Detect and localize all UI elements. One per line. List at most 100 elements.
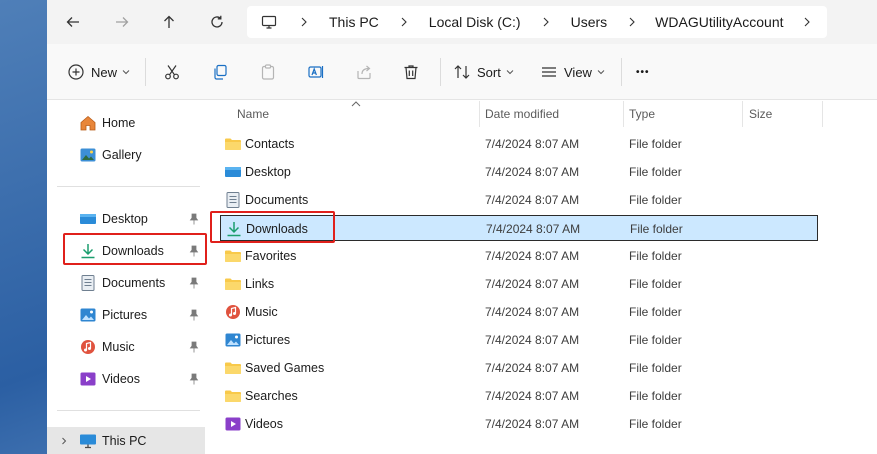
- file-row-contacts[interactable]: Contacts 7/4/2024 8:07 AM File folder: [220, 131, 818, 157]
- file-date: 7/4/2024 8:07 AM: [486, 222, 581, 236]
- pin-icon[interactable]: [189, 213, 199, 225]
- folder-icon: [225, 278, 241, 290]
- videos-icon: [80, 372, 96, 386]
- file-date: 7/4/2024 8:07 AM: [485, 165, 580, 179]
- pin-icon[interactable]: [189, 309, 199, 321]
- column-divider[interactable]: [623, 101, 624, 127]
- documents-icon: [81, 275, 95, 291]
- breadcrumb-users[interactable]: Users: [559, 6, 620, 38]
- column-divider[interactable]: [479, 101, 480, 127]
- desktop-folder-icon: [225, 167, 241, 177]
- breadcrumb-wdagutilityaccount[interactable]: WDAGUtilityAccount: [645, 6, 793, 38]
- file-type: File folder: [629, 277, 682, 291]
- nav-label-pictures: Pictures: [102, 308, 148, 322]
- navigation-pane: Home Gallery Desktop Downloads Documents…: [47, 101, 205, 454]
- pictures-icon: [225, 333, 241, 347]
- cut-button[interactable]: [163, 58, 181, 86]
- new-label: New: [91, 64, 118, 80]
- file-row-links[interactable]: Links 7/4/2024 8:07 AM File folder: [220, 271, 818, 297]
- rename-button[interactable]: [307, 58, 325, 86]
- file-name: Desktop: [245, 165, 291, 179]
- file-name: Music: [245, 305, 278, 319]
- refresh-button[interactable]: [203, 8, 231, 36]
- file-row-favorites[interactable]: Favorites 7/4/2024 8:07 AM File folder: [220, 243, 818, 269]
- back-button[interactable]: [59, 8, 87, 36]
- file-date: 7/4/2024 8:07 AM: [485, 389, 580, 403]
- arrow-left-icon: [66, 17, 79, 27]
- clipboard-icon: [261, 64, 275, 80]
- breadcrumb-local-disk[interactable]: Local Disk (C:): [417, 6, 533, 38]
- chevron-right-icon[interactable]: [60, 437, 68, 445]
- address-box[interactable]: This PC Local Disk (C:) Users WDAGUtilit…: [247, 6, 827, 38]
- nav-label-videos: Videos: [102, 372, 140, 386]
- column-header-type[interactable]: Type: [629, 101, 655, 127]
- nav-item-desktop[interactable]: Desktop: [47, 205, 205, 233]
- nav-item-videos[interactable]: Videos: [47, 365, 205, 393]
- pin-icon[interactable]: [189, 277, 199, 289]
- column-header-name[interactable]: Name: [237, 101, 269, 127]
- nav-item-home[interactable]: Home: [47, 109, 205, 137]
- scissors-icon: [165, 65, 179, 80]
- sort-ascending-icon: [351, 101, 361, 107]
- column-header-date-modified[interactable]: Date modified: [485, 101, 559, 127]
- file-explorer-window: This PC Local Disk (C:) Users WDAGUtilit…: [47, 0, 877, 454]
- paste-button[interactable]: [259, 58, 277, 86]
- file-row-pictures[interactable]: Pictures 7/4/2024 8:07 AM File folder: [220, 327, 818, 353]
- delete-button[interactable]: [402, 58, 420, 86]
- column-divider[interactable]: [742, 101, 743, 127]
- file-name: Saved Games: [245, 361, 325, 375]
- nav-label-gallery: Gallery: [102, 148, 142, 162]
- nav-item-music[interactable]: Music: [47, 333, 205, 361]
- file-name: Videos: [245, 417, 283, 431]
- copy-button[interactable]: [211, 58, 229, 86]
- chevron-right-icon[interactable]: [794, 6, 820, 38]
- pin-icon[interactable]: [189, 373, 199, 385]
- pictures-icon: [80, 308, 96, 322]
- nav-item-pictures[interactable]: Pictures: [47, 301, 205, 329]
- new-button[interactable]: New: [67, 58, 130, 86]
- command-bar: New Sort View •••: [47, 44, 877, 100]
- file-row-desktop[interactable]: Desktop 7/4/2024 8:07 AM File folder: [220, 159, 818, 185]
- file-row-music[interactable]: Music 7/4/2024 8:07 AM File folder: [220, 299, 818, 325]
- column-divider[interactable]: [822, 101, 823, 127]
- nav-divider: [57, 186, 200, 187]
- file-date: 7/4/2024 8:07 AM: [485, 333, 580, 347]
- view-list-icon: [542, 67, 556, 77]
- file-row-searches[interactable]: Searches 7/4/2024 8:07 AM File folder: [220, 383, 818, 409]
- highlight-box-file-downloads: [210, 211, 335, 243]
- file-row-videos[interactable]: Videos 7/4/2024 8:07 AM File folder: [220, 411, 818, 437]
- file-date: 7/4/2024 8:07 AM: [485, 361, 580, 375]
- up-button[interactable]: [155, 8, 183, 36]
- pin-icon[interactable]: [189, 341, 199, 353]
- nav-item-documents[interactable]: Documents: [47, 269, 205, 297]
- nav-label-desktop: Desktop: [102, 212, 148, 226]
- toolbar-divider: [621, 58, 622, 86]
- file-date: 7/4/2024 8:07 AM: [485, 193, 580, 207]
- forward-button[interactable]: [108, 8, 136, 36]
- file-type: File folder: [629, 137, 682, 151]
- file-type: File folder: [630, 222, 683, 236]
- file-name: Pictures: [245, 333, 291, 347]
- highlight-box-nav-downloads: [63, 233, 207, 265]
- nav-item-gallery[interactable]: Gallery: [47, 141, 205, 169]
- sort-button[interactable]: Sort: [453, 58, 514, 86]
- file-name: Contacts: [245, 137, 295, 151]
- nav-item-this-pc[interactable]: This PC: [47, 427, 205, 454]
- copy-icon: [214, 64, 227, 80]
- file-type: File folder: [629, 417, 682, 431]
- share-button[interactable]: [355, 58, 373, 86]
- column-header-size[interactable]: Size: [749, 101, 772, 127]
- folder-icon: [225, 362, 241, 374]
- file-row-documents[interactable]: Documents 7/4/2024 8:07 AM File folder: [220, 187, 818, 213]
- folder-icon: [225, 138, 241, 150]
- arrow-right-icon: [116, 17, 129, 27]
- sort-icon: [454, 65, 470, 79]
- file-row-saved-games[interactable]: Saved Games 7/4/2024 8:07 AM File folder: [220, 355, 818, 381]
- file-date: 7/4/2024 8:07 AM: [485, 417, 580, 431]
- breadcrumb-this-pc[interactable]: This PC: [317, 6, 391, 38]
- view-button[interactable]: View: [540, 58, 605, 86]
- more-options-button[interactable]: •••: [636, 58, 650, 86]
- toolbar-divider: [440, 58, 441, 86]
- file-date: 7/4/2024 8:07 AM: [485, 249, 580, 263]
- sort-label: Sort: [477, 64, 501, 80]
